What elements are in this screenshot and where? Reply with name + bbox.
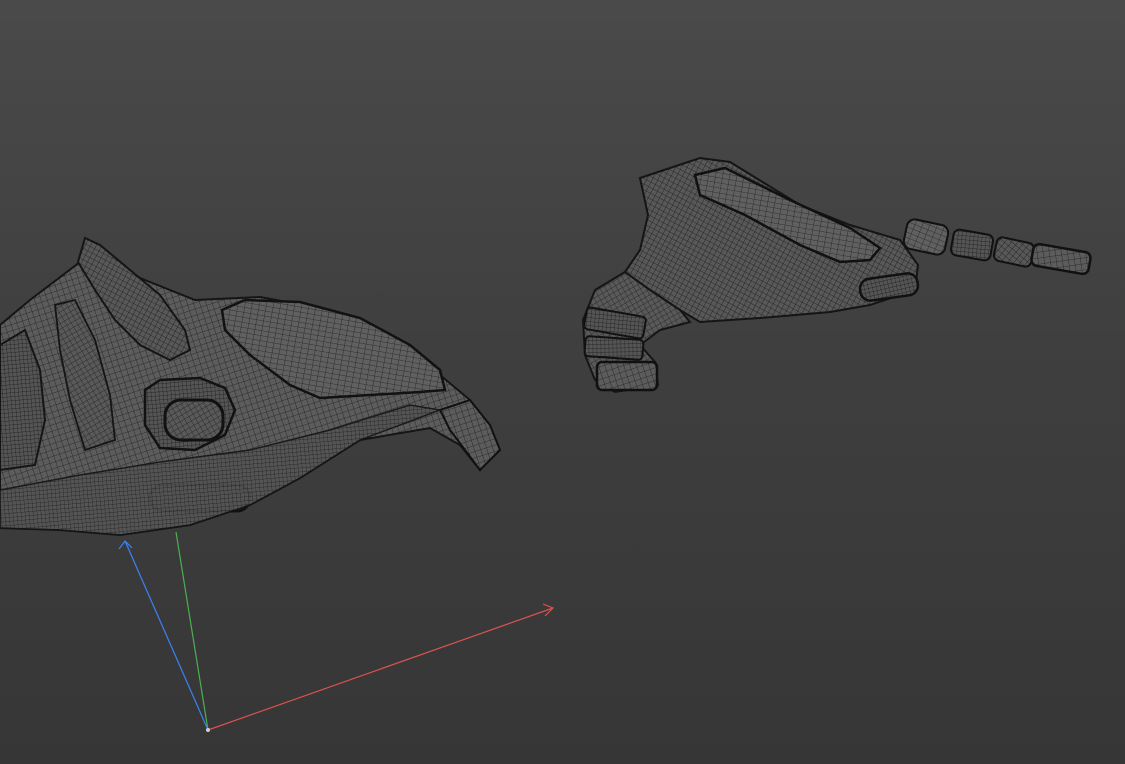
x-axis-line[interactable] (207, 607, 554, 731)
small-mesh-claw-seg-2[interactable] (583, 335, 645, 361)
z-axis-line[interactable] (124, 540, 209, 731)
small-mesh-tail-seg-3[interactable] (993, 236, 1035, 268)
small-mesh-claw-tip[interactable] (595, 360, 659, 392)
z-axis-arrow[interactable] (118, 540, 133, 550)
small-mesh-tail-seg-4[interactable] (1030, 242, 1092, 276)
large-mesh-bolster-inset[interactable] (163, 398, 225, 442)
viewport-canvas[interactable] (0, 0, 1125, 764)
small-mesh-tail-seg-1[interactable] (902, 218, 950, 256)
small-mesh[interactable] (581, 156, 1092, 394)
small-mesh-tail-seg-2[interactable] (949, 228, 995, 262)
gizmo-origin[interactable] (206, 728, 210, 732)
large-mesh[interactable] (0, 236, 502, 537)
axis-gizmo[interactable] (118, 531, 555, 732)
3d-viewport[interactable] (0, 0, 1125, 764)
y-axis-line[interactable] (175, 531, 209, 731)
